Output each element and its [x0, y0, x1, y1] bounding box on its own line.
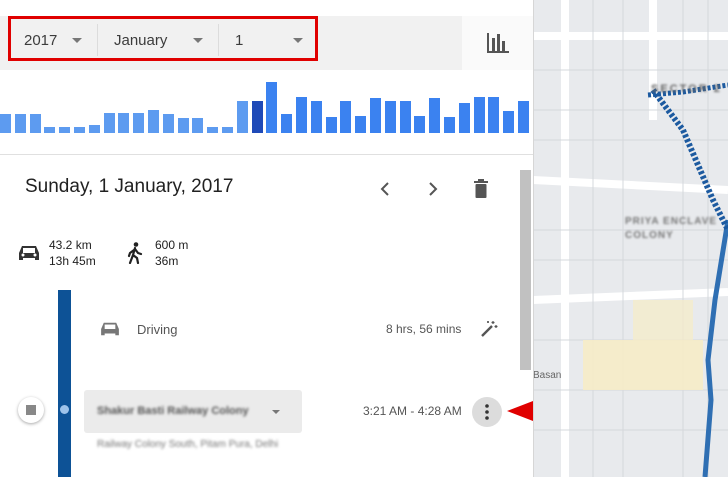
more-options-button[interactable]: [472, 397, 502, 427]
stop-square-icon: [26, 405, 36, 415]
day-bar[interactable]: [340, 101, 351, 133]
day-bar[interactable]: [296, 97, 307, 133]
day-bar[interactable]: [163, 114, 174, 133]
driving-stats: 43.2 km 13h 45m: [49, 237, 96, 269]
walking-icon: [127, 242, 143, 264]
chevron-down-icon: [272, 410, 280, 414]
map-label-sector: SECTOR 2: [651, 83, 722, 95]
chevron-right-icon: [429, 182, 438, 196]
map-label-colony: PRIYA ENCLAVE COLONY: [625, 216, 718, 241]
car-icon: [101, 322, 119, 336]
walking-distance: 600 m: [155, 238, 189, 252]
day-bar[interactable]: [370, 98, 381, 133]
scrollbar-thumb[interactable]: [520, 170, 531, 370]
day-bar[interactable]: [326, 117, 337, 133]
next-day-button[interactable]: [427, 181, 439, 197]
day-bar[interactable]: [252, 101, 263, 133]
day-bar[interactable]: [311, 101, 322, 133]
day-bar[interactable]: [385, 101, 396, 133]
walking-stats: 600 m 36m: [155, 237, 188, 269]
day-bar[interactable]: [474, 97, 485, 133]
day-bar[interactable]: [59, 127, 70, 133]
map-label-basan: Basan: [533, 370, 562, 381]
daily-activity-chart[interactable]: [0, 70, 533, 155]
driving-duration: 13h 45m: [49, 254, 96, 268]
segment-duration: 8 hrs, 56 mins: [386, 322, 462, 336]
day-title: Sunday, 1 January, 2017: [25, 176, 234, 197]
bar-chart-icon: [487, 33, 509, 53]
day-bar[interactable]: [488, 97, 499, 133]
walking-duration: 36m: [155, 254, 179, 268]
route-node-dot: [60, 405, 69, 414]
visit-checkbox[interactable]: [18, 397, 44, 423]
day-bar[interactable]: [207, 127, 218, 133]
day-bar[interactable]: [133, 113, 144, 133]
magic-wand-icon: [481, 321, 498, 337]
day-bar[interactable]: [237, 101, 248, 133]
segment-activity-label: Driving: [137, 322, 178, 337]
day-bar[interactable]: [15, 114, 26, 133]
day-bar[interactable]: [414, 116, 425, 133]
edit-segment-button[interactable]: [480, 320, 498, 338]
trash-icon: [474, 179, 488, 198]
day-bar[interactable]: [281, 114, 292, 133]
day-bar[interactable]: [503, 111, 514, 133]
day-bar[interactable]: [429, 98, 440, 133]
chevron-left-icon: [380, 182, 389, 196]
day-bar[interactable]: [222, 127, 233, 133]
red-arrow-annotation: [507, 400, 533, 422]
car-icon: [19, 246, 39, 260]
day-bar[interactable]: [266, 82, 277, 133]
day-bar[interactable]: [444, 117, 455, 133]
chart-toggle-button[interactable]: [462, 16, 533, 70]
route-track-line: [58, 290, 71, 477]
day-bar[interactable]: [0, 114, 11, 133]
driving-distance: 43.2 km: [49, 238, 92, 252]
day-bar[interactable]: [355, 116, 366, 133]
timeline-panel: 2017 January 1 Sunday, 1 January, 2017 4…: [0, 0, 534, 477]
day-bar[interactable]: [518, 101, 529, 133]
day-bar[interactable]: [148, 110, 159, 133]
day-bar[interactable]: [104, 113, 115, 133]
place-name: Shakur Basti Railway Colony: [97, 405, 249, 417]
previous-day-button[interactable]: [379, 181, 391, 197]
day-bar[interactable]: [74, 127, 85, 133]
day-bar[interactable]: [192, 118, 203, 133]
day-bar[interactable]: [178, 118, 189, 133]
more-vert-icon: [485, 404, 489, 420]
map-view[interactable]: SECTOR 2 PRIYA ENCLAVE COLONY Basan: [533, 0, 728, 477]
visit-time-range: 3:21 AM - 4:28 AM: [363, 404, 462, 418]
day-bar[interactable]: [459, 103, 470, 133]
day-bar[interactable]: [118, 113, 129, 133]
day-bar[interactable]: [400, 101, 411, 133]
delete-day-button[interactable]: [473, 179, 489, 199]
day-bar[interactable]: [30, 114, 41, 133]
place-address: Railway Colony South, Pitam Pura, Delhi: [97, 439, 279, 450]
red-highlight-box: [8, 16, 318, 61]
day-bar[interactable]: [89, 125, 100, 133]
day-bar[interactable]: [44, 127, 55, 133]
